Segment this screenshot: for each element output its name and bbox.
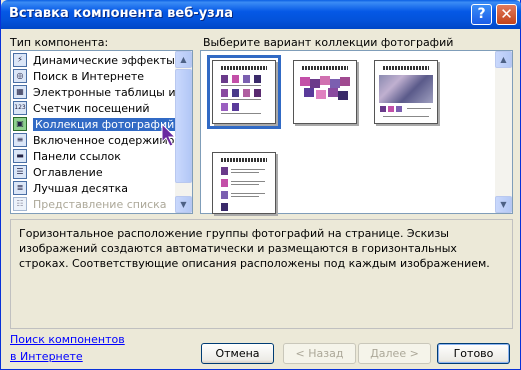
variant-montage-layout[interactable] [293,60,357,124]
caption-line [231,184,259,185]
list-item-label: Электронные таблицы и ди [33,86,175,99]
table-of-contents-icon: ☰ [13,165,27,179]
thumbnail-image [328,88,338,97]
caption-line [231,169,265,170]
list-item-label: Динамические эффекты [33,54,175,67]
gallery-scrollbar[interactable]: ▲ ▼ [495,51,512,213]
hit-counter-icon: 123 [13,101,27,115]
scroll-track[interactable] [495,69,512,196]
thumbnail-image [320,76,330,85]
caption-line [231,172,259,173]
photo-gallery-icon: ▣ [13,117,27,131]
caption-line [231,193,265,194]
thumbnail-image [300,77,310,86]
list-item-list-view: ☷ Представление списка [13,197,175,213]
variant-slideshow-layout[interactable] [374,60,438,124]
list-item-hit-counter[interactable]: 123 Счетчик посещений [13,101,175,117]
scroll-up-icon[interactable]: ▲ [175,51,192,68]
list-view-icon: ☷ [13,197,27,211]
thumbnail-image [380,106,386,112]
list-item-label: Лучшая десятка [33,182,129,195]
thumbnail-image [221,75,228,83]
header-pattern [221,158,267,162]
thumbnail-image [221,203,228,211]
list-item-label: Включенное содержимое [33,134,175,147]
header-pattern [221,66,267,70]
thumbnail-image [243,89,250,97]
thumbnail-image [221,89,228,97]
dynamic-effects-icon: ⚡ [13,53,27,67]
list-item-label: Поиск в Интернете [33,70,145,83]
thumbnail-image [221,167,228,175]
find-components-link-line1[interactable]: Поиск компонентов [10,333,125,346]
scroll-down-icon[interactable]: ▼ [495,196,512,213]
component-type-label: Тип компонента: [10,36,109,49]
spreadsheet-icon: ▦ [13,85,27,99]
cancel-button[interactable]: Отмена [201,343,274,364]
close-button[interactable]: ✕ [496,4,517,25]
list-item-label: Представление списка [33,198,167,211]
included-content-icon: ≡ [13,133,27,147]
gallery-variant-label: Выберите вариант коллекции фотографий [203,36,454,49]
thumbnail-image [232,103,239,111]
list-item-label: Счетчик посещений [33,102,150,115]
mouse-cursor-icon [161,123,177,147]
list-item-link-bars[interactable]: ▬ Панели ссылок [13,149,175,165]
thumbnail-image [254,75,261,83]
dialog-window: Вставка компонента веб-узла ? ✕ Тип комп… [0,0,521,370]
thumbnail-image [338,91,348,100]
thumbnail-image [221,179,228,187]
header-pattern [383,66,429,70]
list-item-label: Панели ссылок [33,150,121,163]
thumbnail-image [254,89,261,97]
title-bar[interactable]: Вставка компонента веб-узла ? ✕ [1,0,521,29]
thumbnail-image [388,106,394,112]
list-item-label: Оглавление [33,166,103,179]
thumbnail-image [221,191,228,199]
next-button[interactable]: Далее > [358,343,431,364]
web-search-icon: ◎ [13,69,27,83]
thumbnail-image [330,79,340,88]
scroll-up-icon[interactable]: ▲ [495,51,512,68]
list-item-top-ten[interactable]: ≣ Лучшая десятка [13,181,175,197]
header-pattern [302,66,348,70]
slideshow-main-image [379,75,433,103]
caption-line [383,116,429,117]
thumbnail-image [221,103,228,111]
top-ten-icon: ≣ [13,181,27,195]
thumbnail-image [340,77,350,86]
thumbnail-image [232,89,239,97]
list-item-web-search[interactable]: ◎ Поиск в Интернете [13,69,175,85]
finish-button[interactable]: Готово [437,343,510,364]
thumbnail-image [310,79,320,88]
list-item-label: Коллекция фотографий [33,118,175,131]
thumbnail-image [232,75,239,83]
list-item-photo-gallery[interactable]: ▣ Коллекция фотографий [13,117,175,133]
link-bar-icon: ▬ [13,149,27,163]
back-button[interactable]: < Назад [283,343,356,364]
caption-line [221,99,261,100]
caption-line [231,196,259,197]
variant-horizontal-layout[interactable] [212,60,276,124]
thumbnail-image [304,88,314,97]
thumbnail-image [396,106,402,112]
thumbnail-image [316,90,326,99]
list-item-table-of-contents[interactable]: ☰ Оглавление [13,165,175,181]
caption-line [221,113,261,114]
list-item-dynamic-effects[interactable]: ⚡ Динамические эффекты [13,53,175,69]
caption-line [221,85,261,86]
dialog-title: Вставка компонента веб-узла [9,6,234,21]
list-item-included-content[interactable]: ≡ Включенное содержимое [13,133,175,149]
find-components-link-line2[interactable]: в Интернете [10,350,83,363]
thumbnail-image [243,75,250,83]
description-box: Горизонтальное расположение группы фотог… [10,219,513,329]
help-button[interactable]: ? [471,4,492,25]
gallery-variant-list[interactable]: ▲ ▼ [200,50,513,214]
variant-vertical-layout[interactable] [212,152,276,214]
list-item-spreadsheet[interactable]: ▦ Электронные таблицы и ди [13,85,175,101]
scroll-down-icon[interactable]: ▼ [175,196,192,213]
caption-line [407,108,431,109]
caption-line [231,181,265,182]
